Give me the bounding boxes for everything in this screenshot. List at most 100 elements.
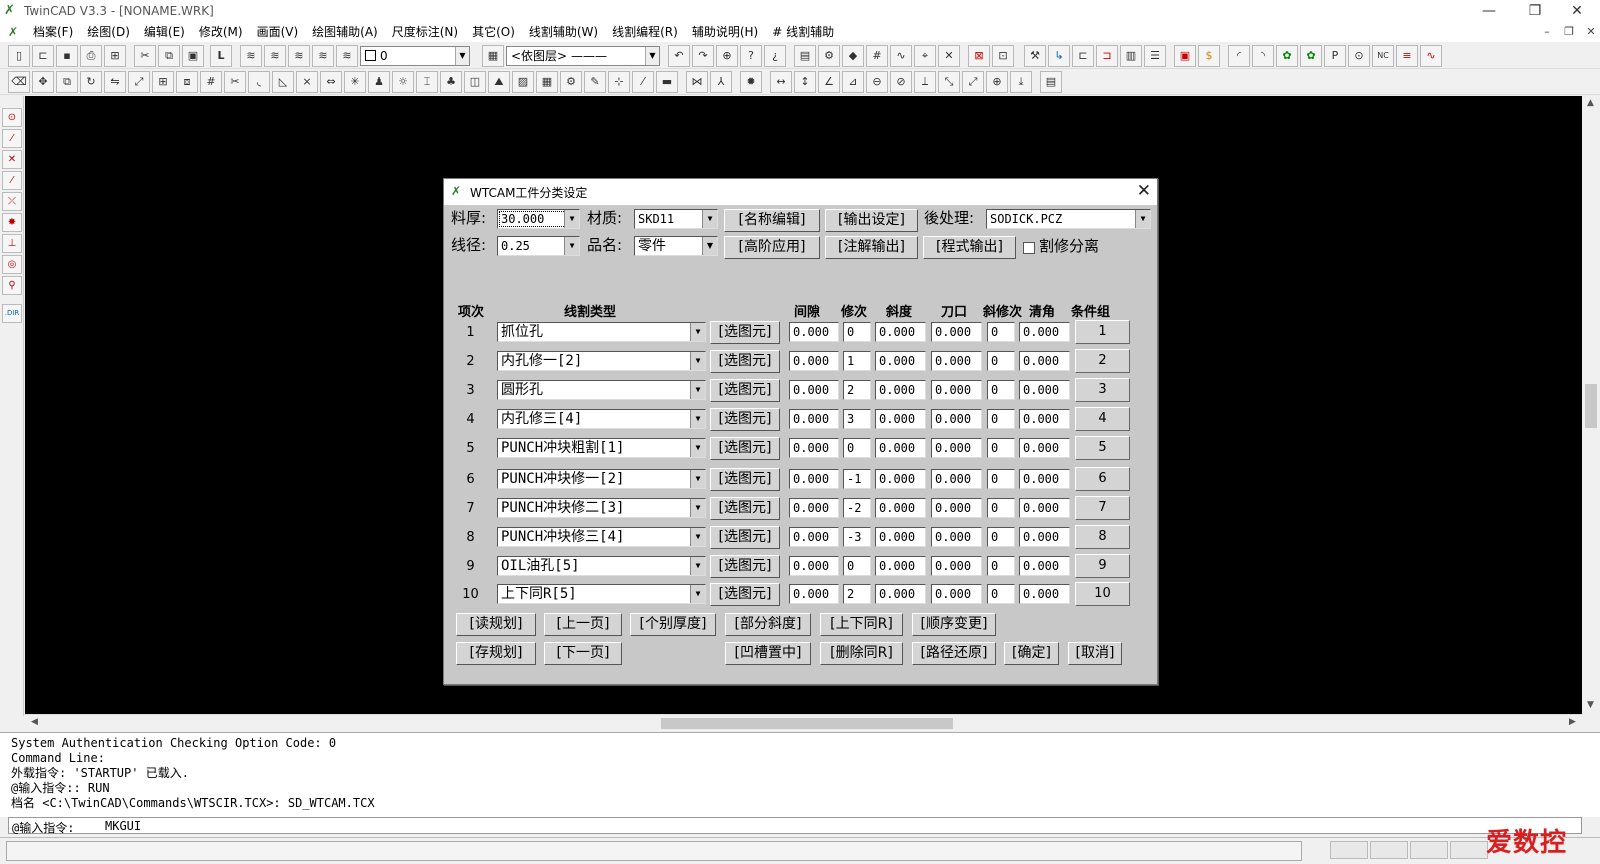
array-icon[interactable]: ⊞ [152,71,174,93]
menu-wire-program[interactable]: 线割编程(R) [605,22,685,42]
row-type-value[interactable]: 上下同R[5] [501,586,577,602]
wire-value[interactable]: 0.25 [501,239,530,253]
row-slope-trim-field[interactable]: 0 [987,409,1015,429]
help-icon[interactable]: ¿ [764,45,786,67]
row-type-combo[interactable]: PUNCH冲块修一[2] ▼ [497,469,706,489]
tool-2k-icon[interactable]: ⁄ [632,71,654,93]
order-change-button[interactable]: [顺序变更] [912,613,996,636]
copy-entity-icon[interactable]: ⧉ [56,71,78,93]
wire-b-icon[interactable]: ⊡ [992,45,1014,67]
row-type-combo[interactable]: OIL油孔[5] ▼ [497,556,706,576]
close-window-button[interactable]: ✕ [1554,0,1600,22]
row-cond-button[interactable]: 10 [1075,582,1130,606]
menu-wire-assist[interactable]: 线割辅助(W) [522,22,605,42]
select-entity-button[interactable]: [选图元] [710,350,780,373]
menu-dimension[interactable]: 尺度标注(N) [385,22,465,42]
tool-2l-icon[interactable]: ▬ [656,71,678,93]
wire-p-icon[interactable]: ≡ [1396,45,1418,67]
chevron-down-icon[interactable]: ▼ [564,237,579,255]
menu-wire-assist-extra[interactable]: # 线割辅助 [765,22,841,42]
row-clear-field[interactable]: 0.000 [1019,380,1070,400]
chevron-down-icon[interactable]: ▼ [690,439,705,457]
mirror-icon[interactable]: ⇋ [104,71,126,93]
row-gap-field[interactable]: 0.000 [789,351,839,371]
row-slope-field[interactable]: 0.000 [875,556,926,576]
delete-same-r-button[interactable]: [删除同R] [820,642,903,665]
row-gap-field[interactable]: 0.000 [789,438,839,458]
row-cond-button[interactable]: 5 [1075,436,1130,460]
tool-a-icon[interactable]: ▤ [794,45,816,67]
row-slope-field[interactable]: 0.000 [875,527,926,547]
chevron-down-icon[interactable]: ▼ [690,410,705,428]
row-trim-field[interactable]: -3 [843,527,871,547]
postproc-value[interactable]: SODICK.PCZ [990,212,1062,226]
scroll-left-icon[interactable]: ◀ [31,717,38,727]
row-gap-field[interactable]: 0.000 [789,584,839,604]
row-cond-button[interactable]: 2 [1075,349,1130,373]
mdi-close-button[interactable]: ✕ [1582,24,1600,40]
row-clear-field[interactable]: 0.000 [1019,469,1070,489]
row-clear-field[interactable]: 0.000 [1019,409,1070,429]
offset-icon[interactable]: ⧈ [176,71,198,93]
layer-4-icon[interactable]: ≋ [312,45,334,67]
row-slope-trim-field[interactable]: 0 [987,380,1015,400]
menu-modify[interactable]: 修改(M) [192,22,250,42]
copy-icon[interactable]: ⧉ [158,45,180,67]
prev-page-button[interactable]: [上一页] [544,613,622,636]
row-trim-field[interactable]: -1 [843,469,871,489]
row-slope-field[interactable]: 0.000 [875,469,926,489]
row-type-combo[interactable]: 内孔修一[2] ▼ [497,351,706,371]
groove-center-button[interactable]: [凹槽置中] [725,642,811,665]
rotate-icon[interactable]: ↻ [80,71,102,93]
cancel-tool-icon[interactable]: ✕ [938,45,960,67]
dim-j-icon[interactable]: ⊕ [986,71,1008,93]
row-cond-button[interactable]: 1 [1075,320,1130,344]
material-value[interactable]: SKD11 [638,212,674,226]
postproc-combo[interactable]: SODICK.PCZ ▼ [986,209,1151,229]
tangent-icon[interactable]: ⤫ [2,192,22,211]
status-toggle-2[interactable] [1370,841,1408,859]
next-page-button[interactable]: [下一页] [544,642,622,665]
chevron-down-icon[interactable]: ▼ [690,352,705,370]
row-type-value[interactable]: 内孔修三[4] [501,411,582,427]
wire-h-icon[interactable]: ☰ [1144,45,1166,67]
wire-c-icon[interactable]: ⚒ [1024,45,1046,67]
tool-2h-icon[interactable]: ⚙ [560,71,582,93]
command-input-value[interactable]: MKGUI [105,819,141,833]
row-cond-button[interactable]: 8 [1075,525,1130,549]
row-type-value[interactable]: PUNCH冲块修三[4] [501,529,624,545]
chevron-down-icon[interactable]: ▼ [690,381,705,399]
row-slope-trim-field[interactable]: 0 [987,438,1015,458]
row-type-value[interactable]: 抓位孔 [501,324,543,340]
layer-icon[interactable]: ≋ [240,45,262,67]
dim-g-icon[interactable]: ⟘ [914,71,936,93]
grid-icon[interactable]: # [200,71,222,93]
chevron-down-icon[interactable]: ▼ [690,323,705,341]
row-trim-field[interactable]: 1 [843,351,871,371]
select-entity-button[interactable]: [选图元] [710,437,780,460]
horizontal-scrollbar[interactable]: ◀ ▶ [25,714,1582,731]
row-gap-field[interactable]: 0.000 [789,469,839,489]
tool-c-icon[interactable]: ◆ [842,45,864,67]
row-type-value[interactable]: 圆形孔 [501,382,543,398]
print-icon[interactable]: ⎙ [80,45,102,67]
linetype-icon[interactable]: ▦ [482,45,504,67]
row-slope-trim-field[interactable]: 0 [987,498,1015,518]
line2-icon[interactable]: ⁄ [2,171,22,190]
mdi-restore-button[interactable]: ❐ [1560,24,1578,40]
row-cond-button[interactable]: 7 [1075,496,1130,520]
tool-2j-icon[interactable]: ⊹ [608,71,630,93]
save-icon[interactable]: ▪ [56,45,78,67]
row-clear-field[interactable]: 0.000 [1019,527,1070,547]
annotation-output-button[interactable]: [注解输出] [825,236,918,259]
spark-icon[interactable]: ✸ [2,213,22,232]
scroll-down-icon[interactable]: ▼ [1587,700,1594,710]
row-blade-field[interactable]: 0.000 [931,409,982,429]
tool-2f-icon[interactable]: ⛰ [488,71,510,93]
wire-combo[interactable]: 0.25 ▼ [497,236,580,256]
tool-2c-icon[interactable]: ⌶ [416,71,438,93]
horizontal-scroll-thumb[interactable] [661,718,953,729]
row-type-combo[interactable]: PUNCH冲块修二[3] ▼ [497,498,706,518]
row-gap-field[interactable]: 0.000 [789,556,839,576]
stretch-icon[interactable]: ⇔ [320,71,342,93]
